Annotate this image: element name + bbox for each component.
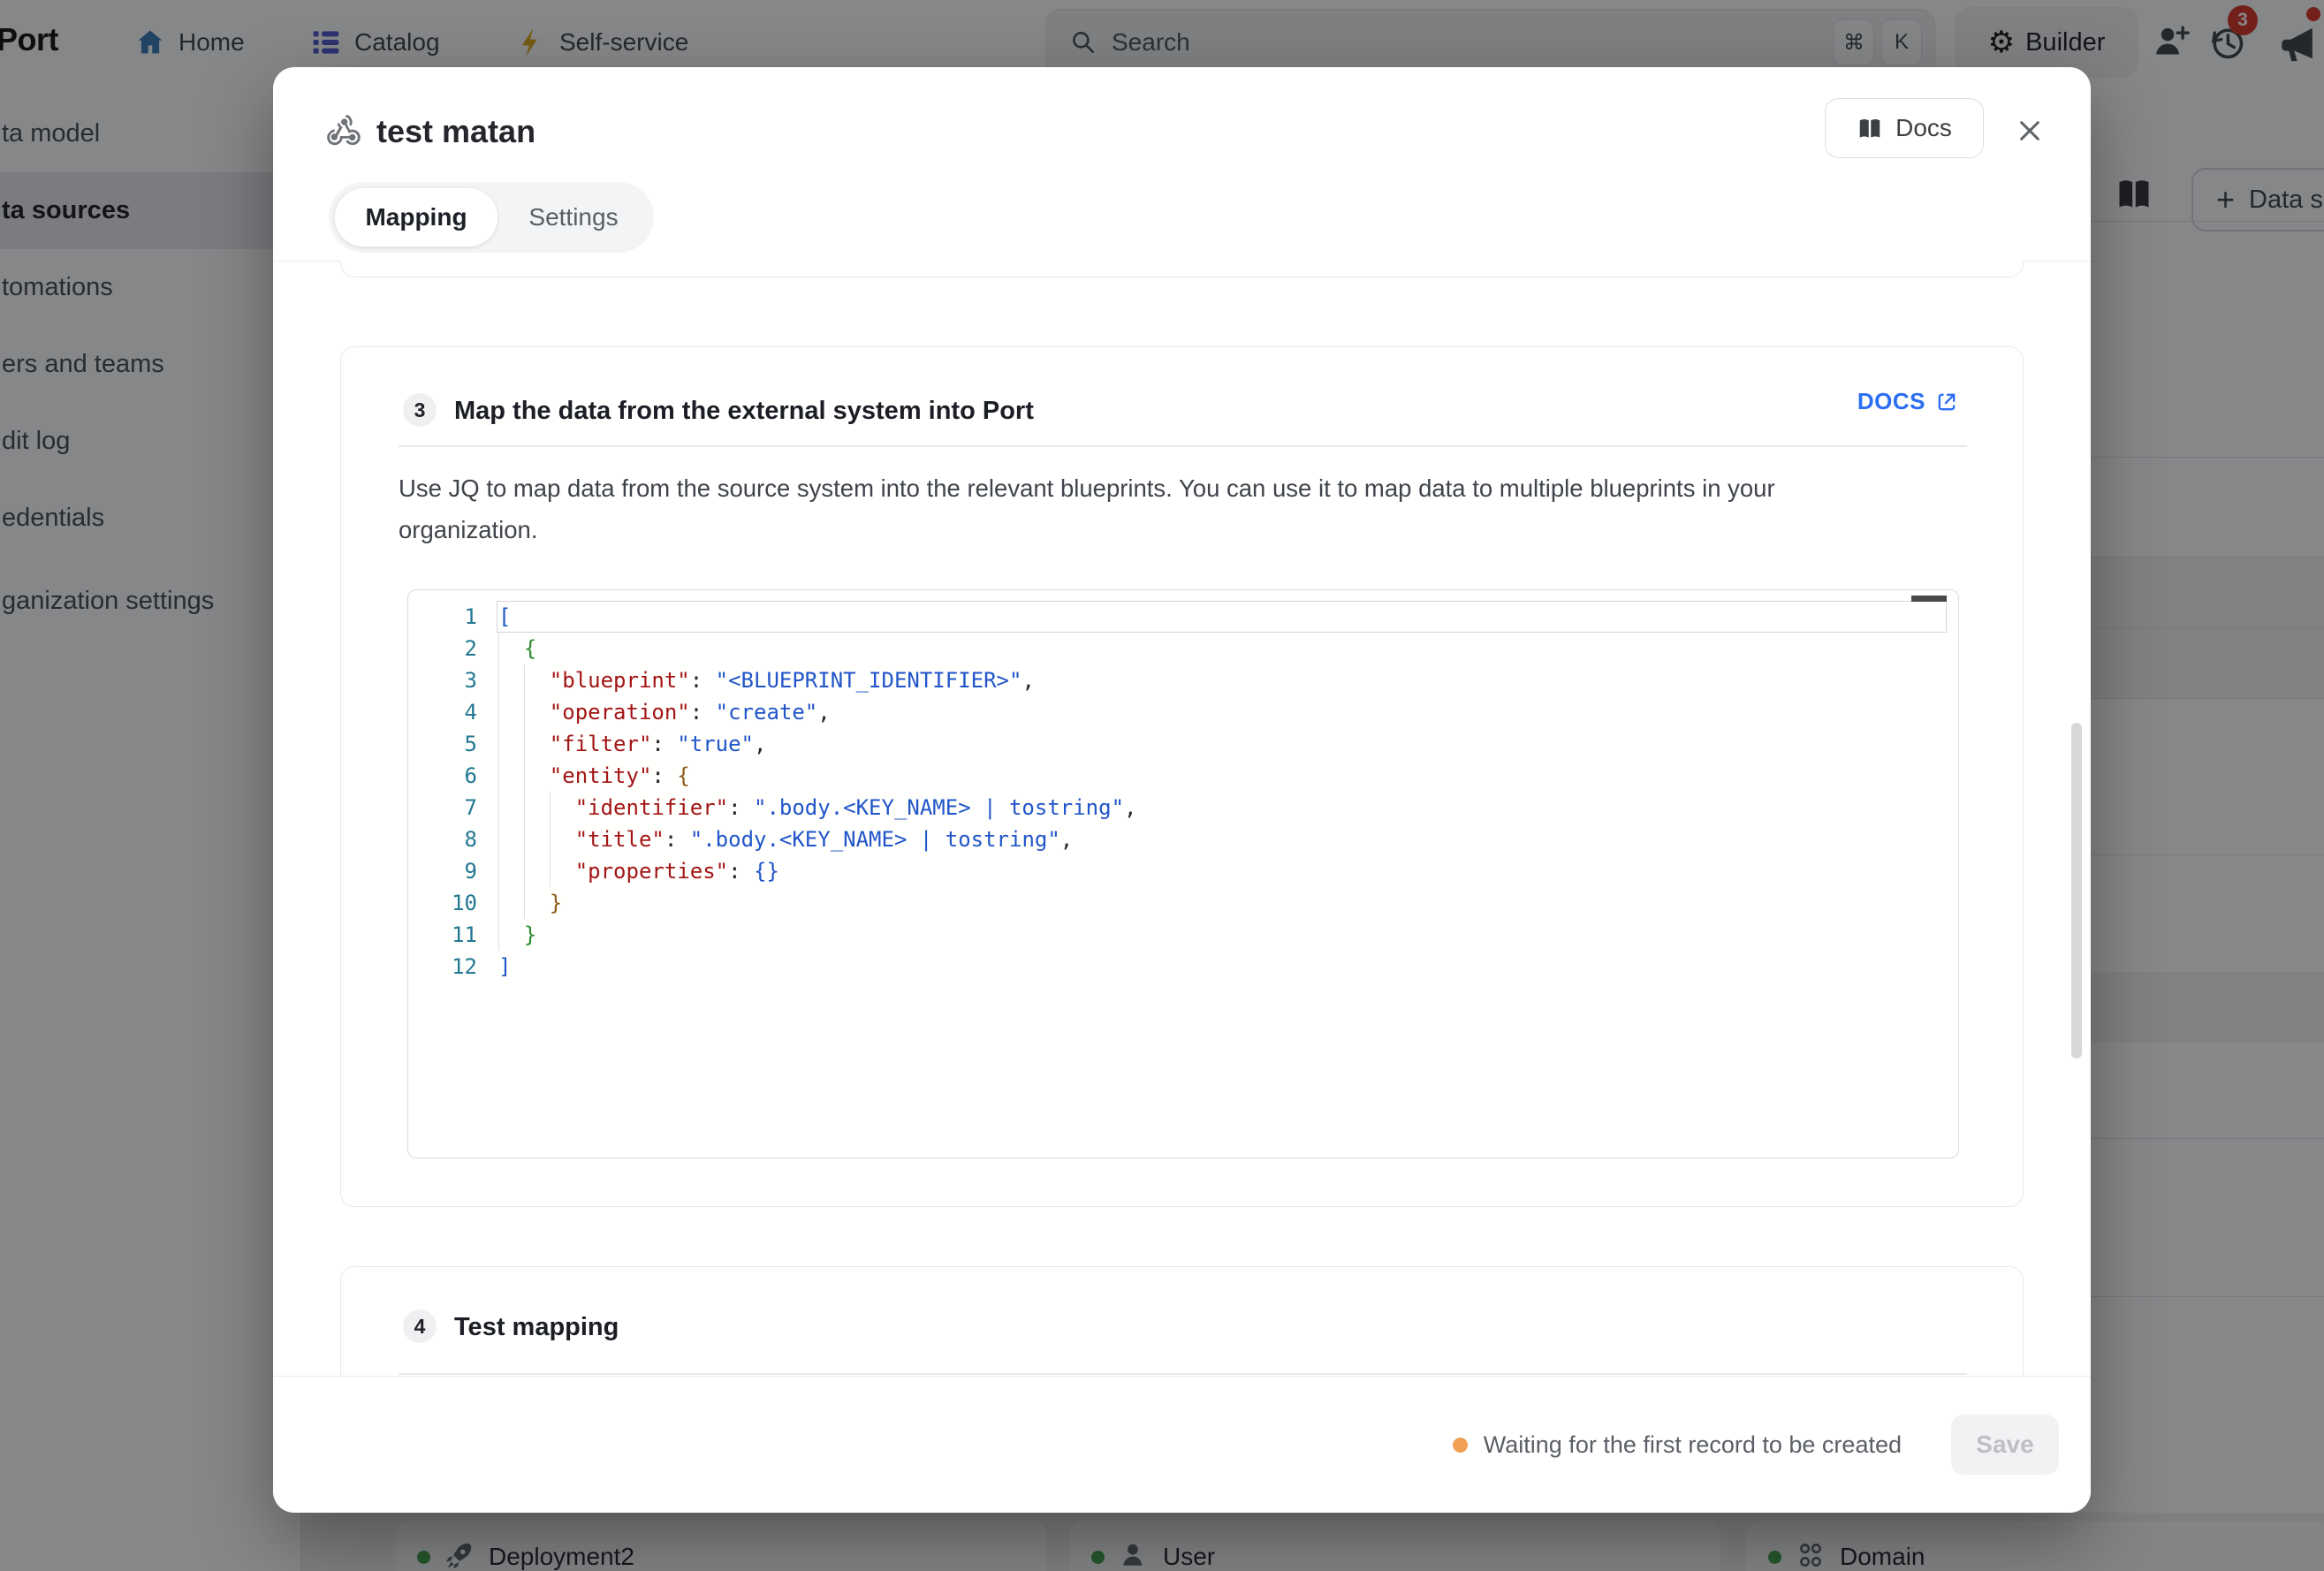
data-source-modal: test matan Docs Mapping Settings 3 Map t…: [273, 67, 2091, 1513]
close-button[interactable]: [2012, 113, 2047, 148]
screen: Port Home Catalog Self-service Search ⌘ …: [0, 0, 2324, 1571]
line-number: 1: [408, 601, 477, 633]
indent-guide: [498, 728, 499, 760]
save-button[interactable]: Save: [1951, 1415, 2059, 1475]
docs-link[interactable]: DOCS: [1857, 388, 1959, 415]
docs-button-label: Docs: [1895, 114, 1952, 142]
indent-guide: [498, 823, 499, 855]
tab-settings[interactable]: Settings: [498, 187, 649, 247]
jq-mapping-editor[interactable]: 1[2 {3 "blueprint": "<BLUEPRINT_IDENTIFI…: [407, 589, 1959, 1158]
code-line[interactable]: 5 "filter": "true",: [408, 728, 1958, 760]
indent-guide: [498, 855, 499, 887]
code-line[interactable]: 8 "title": ".body.<KEY_NAME> | tostring"…: [408, 823, 1958, 855]
external-link-icon: [1934, 390, 1959, 414]
indent-guide: [524, 855, 525, 887]
step-number-badge: 3: [403, 393, 437, 427]
code-lines: 1[2 {3 "blueprint": "<BLUEPRINT_IDENTIFI…: [408, 601, 1958, 983]
line-number: 10: [408, 887, 477, 919]
editor-scrollbar[interactable]: [1911, 596, 1947, 602]
docs-button[interactable]: Docs: [1825, 98, 1984, 158]
indent-guide: [524, 760, 525, 792]
indent-guide: [550, 792, 551, 823]
line-number: 4: [408, 696, 477, 728]
line-number: 6: [408, 760, 477, 792]
code-line[interactable]: 7 "identifier": ".body.<KEY_NAME> | tost…: [408, 792, 1958, 823]
step4-heading: Test mapping: [454, 1313, 619, 1342]
line-number: 7: [408, 792, 477, 823]
code-line[interactable]: 9 "properties": {}: [408, 855, 1958, 887]
code-line[interactable]: 1[: [408, 601, 1958, 633]
modal-title: test matan: [376, 113, 535, 150]
indent-guide: [498, 887, 499, 919]
indent-guide: [524, 887, 525, 919]
step-number-badge: 4: [403, 1309, 437, 1343]
docs-link-label: DOCS: [1857, 388, 1925, 415]
tab-mapping[interactable]: Mapping: [334, 187, 498, 247]
line-number: 9: [408, 855, 477, 887]
webhook-icon: [323, 110, 364, 155]
indent-guide: [524, 823, 525, 855]
step3-heading: Map the data from the external system in…: [454, 397, 1034, 426]
card-divider: [399, 1373, 1967, 1375]
line-number: 12: [408, 951, 477, 983]
step3-card: 3 Map the data from the external system …: [340, 346, 2024, 1207]
indent-guide: [524, 792, 525, 823]
indent-guide: [498, 919, 499, 951]
indent-guide: [498, 664, 499, 696]
indent-guide: [524, 696, 525, 728]
status-text: Waiting for the first record to be creat…: [1484, 1431, 1902, 1459]
code-line[interactable]: 6 "entity": {: [408, 760, 1958, 792]
modal-footer: Waiting for the first record to be creat…: [273, 1376, 2091, 1513]
modal-tabs: Mapping Settings: [329, 182, 654, 253]
line-number: 5: [408, 728, 477, 760]
line-number: 11: [408, 919, 477, 951]
code-line[interactable]: 11 }: [408, 919, 1958, 951]
indent-guide: [498, 760, 499, 792]
indent-guide: [524, 664, 525, 696]
code-line[interactable]: 2 {: [408, 633, 1958, 664]
previous-step-card-edge: [340, 261, 2024, 277]
book-icon: [1857, 115, 1883, 141]
line-number: 2: [408, 633, 477, 664]
code-line[interactable]: 3 "blueprint": "<BLUEPRINT_IDENTIFIER>",: [408, 664, 1958, 696]
line-number: 3: [408, 664, 477, 696]
indent-guide: [524, 728, 525, 760]
code-line[interactable]: 10 }: [408, 887, 1958, 919]
indent-guide: [550, 855, 551, 887]
indent-guide: [550, 823, 551, 855]
line-number: 8: [408, 823, 477, 855]
code-line[interactable]: 12]: [408, 951, 1958, 983]
close-icon: [2016, 117, 2044, 145]
code-line[interactable]: 4 "operation": "create",: [408, 696, 1958, 728]
indent-guide: [498, 696, 499, 728]
step3-description: Use JQ to map data from the source syste…: [399, 467, 1989, 550]
status-dot: [1453, 1438, 1468, 1453]
indent-guide: [498, 633, 499, 664]
modal-scrollbar-thumb[interactable]: [2071, 723, 2082, 1059]
card-divider: [399, 445, 1967, 447]
indent-guide: [498, 792, 499, 823]
